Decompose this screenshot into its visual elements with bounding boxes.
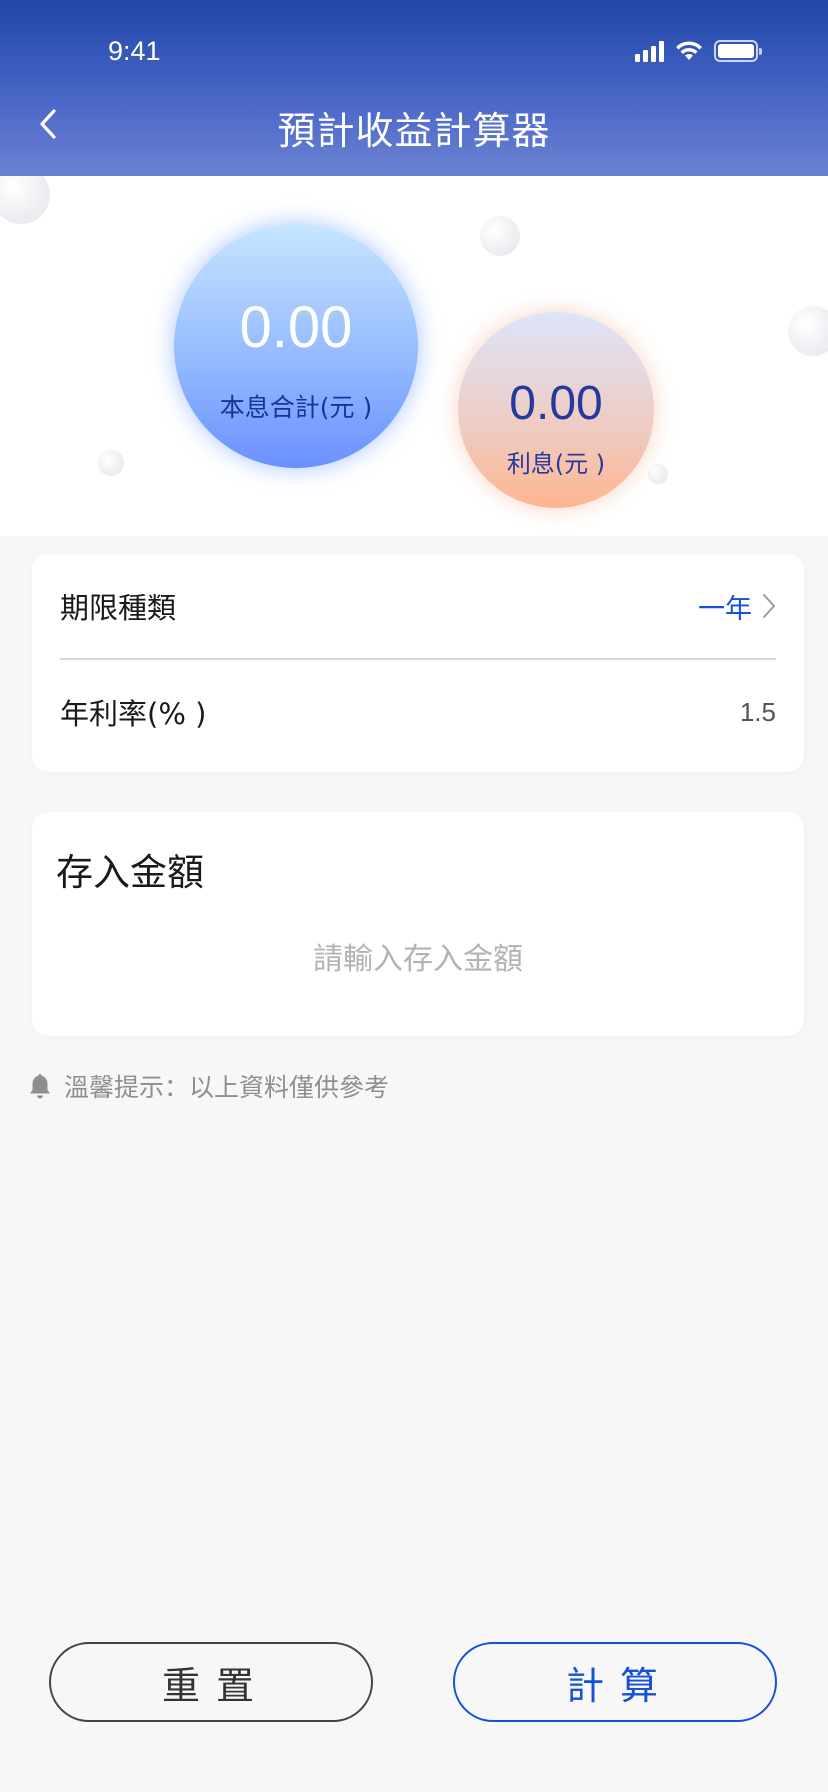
deposit-amount-input[interactable] [56,922,780,996]
annual-rate-row: 年利率(% ) 1.5 [60,660,776,764]
term-type-row[interactable]: 期限種類 一年 [60,554,776,660]
interest-circle: 0.00 利息(元 ) [458,312,654,508]
summary-area: 0.00 本息合計(元 ) 0.00 利息(元 ) [0,176,828,536]
tip-text: 溫馨提示：以上資料僅供參考 [64,1073,390,1102]
term-card: 期限種類 一年 年利率(% ) 1.5 [32,554,804,772]
calculate-button[interactable]: 計算 [453,1642,777,1722]
battery-icon [714,40,762,62]
signal-icon [635,40,664,62]
annual-rate-value: 1.5 [739,696,776,727]
status-time: 9:41 [108,36,161,66]
reset-button[interactable]: 重置 [49,1642,373,1722]
term-type-value: 一年 [698,593,752,625]
app-header: 9:41 預計收益計算器 [0,0,828,176]
page-title: 預計收益計算器 [277,109,551,153]
decorative-bubble [98,450,124,476]
interest-value: 0.00 [509,377,603,430]
decorative-bubble [0,176,50,224]
deposit-title: 存入金額 [56,851,204,894]
total-amount-label: 本息合計(元 ) [219,393,373,422]
total-amount-value: 0.00 [239,295,353,360]
status-icons [635,36,762,66]
interest-label: 利息(元 ) [506,450,606,478]
annual-rate-label: 年利率(% ) [60,697,207,731]
wifi-icon [676,41,702,60]
bell-icon [30,1074,50,1099]
term-type-label: 期限種類 [60,591,177,625]
decorative-bubble [788,306,828,356]
tip-row: 溫馨提示：以上資料僅供參考 [28,1068,389,1104]
decorative-bubble [480,216,520,256]
total-amount-circle: 0.00 本息合計(元 ) [174,224,418,468]
chevron-right-icon [763,594,775,618]
deposit-card: 存入金額 [32,812,804,1036]
